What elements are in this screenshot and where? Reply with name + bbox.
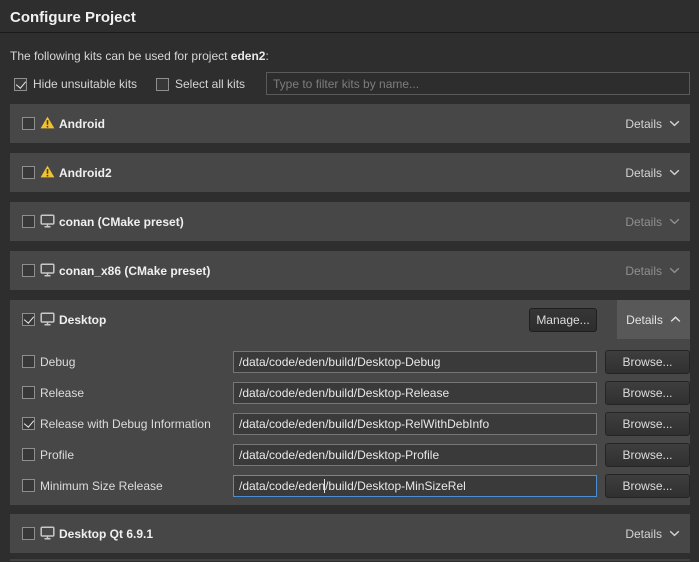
browse-button[interactable]: Browse... bbox=[605, 381, 690, 405]
browse-button[interactable]: Browse... bbox=[605, 443, 690, 467]
kit-name: Android2 bbox=[59, 166, 112, 180]
kit-name: Desktop Qt 6.9.1 bbox=[59, 527, 153, 541]
details-label: Details bbox=[626, 313, 663, 327]
desktop-icon bbox=[40, 526, 55, 540]
details-label: Details bbox=[625, 527, 662, 541]
config-label: Release with Debug Information bbox=[40, 417, 211, 431]
kit-checkbox[interactable] bbox=[22, 313, 35, 326]
kit-checkbox[interactable] bbox=[22, 117, 35, 130]
config-checkbox[interactable] bbox=[22, 355, 35, 368]
build-dir-input[interactable] bbox=[233, 475, 597, 497]
browse-button[interactable]: Browse... bbox=[605, 412, 690, 436]
details-label: Details bbox=[625, 166, 662, 180]
details-toggle[interactable]: Details bbox=[625, 202, 680, 241]
chevron-down-icon bbox=[669, 218, 680, 225]
kit-filter-input[interactable] bbox=[266, 72, 690, 95]
browse-button[interactable]: Browse... bbox=[605, 350, 690, 374]
chevron-down-icon bbox=[669, 169, 680, 176]
build-config-row-minsizerel: Minimum Size Release Browse... bbox=[10, 475, 690, 499]
details-toggle[interactable]: Details bbox=[625, 514, 680, 553]
config-label: Profile bbox=[40, 448, 74, 462]
build-config-row-debug: Debug Browse... bbox=[10, 351, 690, 375]
chevron-down-icon bbox=[669, 120, 680, 127]
hide-unsuitable-label: Hide unsuitable kits bbox=[33, 77, 137, 91]
kit-row-desktop-expanded: Desktop Manage... Details Debug Browse..… bbox=[10, 300, 690, 505]
build-dir-input[interactable] bbox=[233, 351, 597, 373]
kit-row-conan: conan (CMake preset) Details bbox=[10, 202, 690, 241]
details-toggle-expanded[interactable]: Details bbox=[617, 300, 690, 339]
kit-name: Desktop bbox=[59, 313, 106, 327]
chevron-down-icon bbox=[669, 530, 680, 537]
config-label: Release bbox=[40, 386, 84, 400]
desktop-icon bbox=[40, 214, 55, 228]
config-label: Debug bbox=[40, 355, 75, 369]
kit-name: conan (CMake preset) bbox=[59, 215, 184, 229]
config-checkbox[interactable] bbox=[22, 479, 35, 492]
desktop-icon bbox=[40, 312, 55, 326]
details-label: Details bbox=[625, 117, 662, 131]
kit-row-android: Android Details bbox=[10, 104, 690, 143]
manage-button[interactable]: Manage... bbox=[529, 308, 597, 332]
build-dir-input[interactable] bbox=[233, 444, 597, 466]
config-checkbox[interactable] bbox=[22, 417, 35, 430]
kit-row-conan-x86: conan_x86 (CMake preset) Details bbox=[10, 251, 690, 290]
build-config-row-relwithdebinfo: Release with Debug Information Browse... bbox=[10, 413, 690, 437]
warning-icon bbox=[40, 116, 55, 129]
details-toggle[interactable]: Details bbox=[625, 251, 680, 290]
intro-before: The following kits can be used for proje… bbox=[10, 49, 227, 63]
build-config-row-release: Release Browse... bbox=[10, 382, 690, 406]
kit-checkbox[interactable] bbox=[22, 527, 35, 540]
kit-name: conan_x86 (CMake preset) bbox=[59, 264, 210, 278]
select-all-checkbox[interactable] bbox=[156, 78, 169, 91]
chevron-up-icon bbox=[670, 316, 681, 323]
build-dir-input[interactable] bbox=[233, 382, 597, 404]
details-label: Details bbox=[625, 264, 662, 278]
select-all-kits-option: Select all kits bbox=[156, 77, 245, 91]
kit-row-android2: Android2 Details bbox=[10, 153, 690, 192]
title-divider bbox=[0, 32, 699, 33]
hide-unsuitable-checkbox[interactable] bbox=[14, 78, 27, 91]
details-label: Details bbox=[625, 215, 662, 229]
desktop-icon bbox=[40, 263, 55, 277]
config-label: Minimum Size Release bbox=[40, 479, 163, 493]
chevron-down-icon bbox=[669, 267, 680, 274]
intro-text: The following kits can be used for proje… bbox=[10, 49, 269, 63]
config-checkbox[interactable] bbox=[22, 386, 35, 399]
kit-checkbox[interactable] bbox=[22, 264, 35, 277]
next-row-edge bbox=[10, 559, 690, 561]
select-all-label: Select all kits bbox=[175, 77, 245, 91]
browse-button[interactable]: Browse... bbox=[605, 474, 690, 498]
kit-checkbox[interactable] bbox=[22, 215, 35, 228]
kit-checkbox[interactable] bbox=[22, 166, 35, 179]
build-dir-input[interactable] bbox=[233, 413, 597, 435]
build-config-row-profile: Profile Browse... bbox=[10, 444, 690, 468]
kit-row-desktop-qt: Desktop Qt 6.9.1 Details bbox=[10, 514, 690, 553]
project-name: eden2 bbox=[231, 49, 266, 63]
details-toggle[interactable]: Details bbox=[625, 104, 680, 143]
configure-project-page: Configure Project The following kits can… bbox=[0, 0, 699, 562]
page-title: Configure Project bbox=[10, 9, 136, 26]
warning-icon bbox=[40, 165, 55, 178]
config-checkbox[interactable] bbox=[22, 448, 35, 461]
details-toggle[interactable]: Details bbox=[625, 153, 680, 192]
kit-name: Android bbox=[59, 117, 105, 131]
hide-unsuitable-kits-option: Hide unsuitable kits bbox=[14, 77, 137, 91]
intro-after: : bbox=[265, 49, 268, 63]
